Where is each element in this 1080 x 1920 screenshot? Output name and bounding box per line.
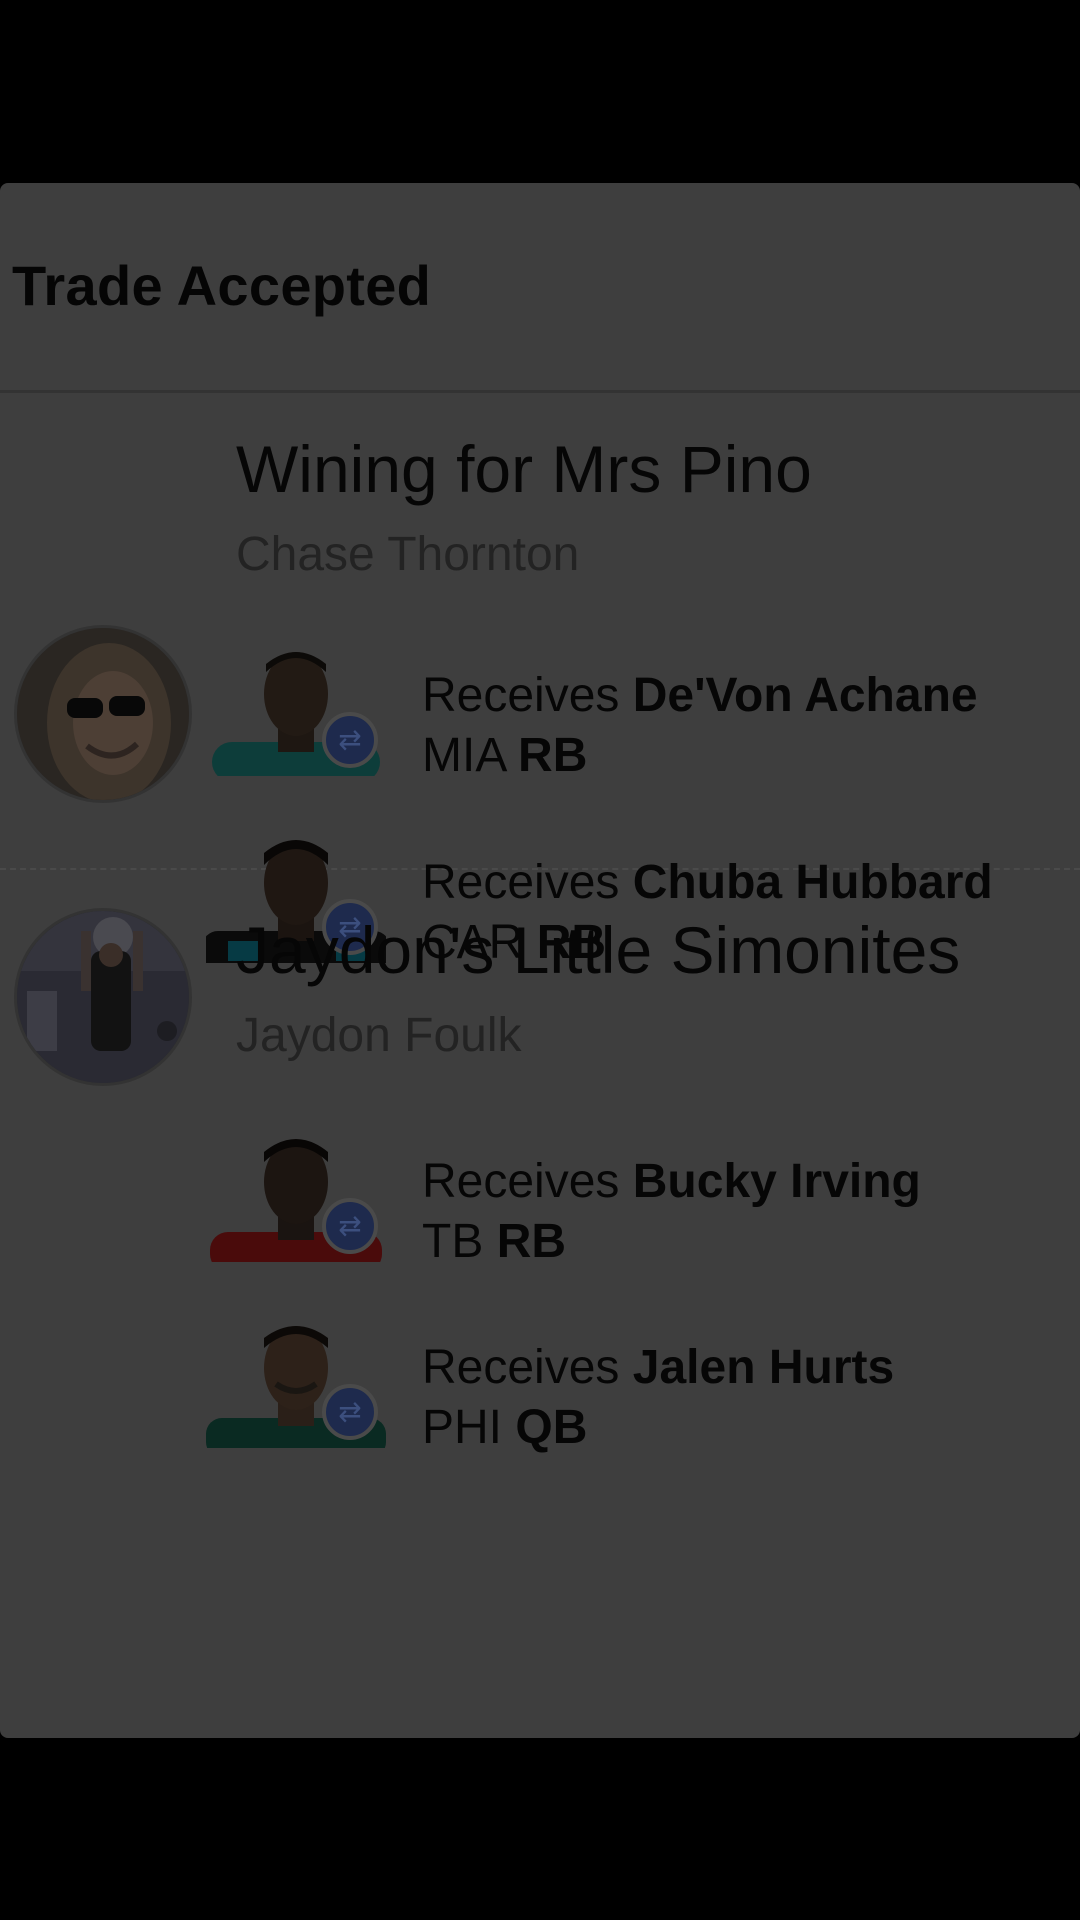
owner-name: Chase Thornton	[236, 528, 580, 581]
player-row[interactable]: ⇄ Receives Jalen Hurts PHI QB	[0, 1318, 1080, 1458]
nfl-team: TB	[422, 1215, 484, 1268]
nfl-team: PHI	[422, 1401, 503, 1454]
avatar-photo	[17, 911, 189, 1083]
team-position-line: MIA RB	[422, 728, 587, 783]
nfl-team: MIA	[422, 729, 505, 782]
team-name: Jaydon's Little Simonites	[236, 913, 961, 987]
navigation-bar-area	[0, 1738, 1080, 1920]
receives-line: Receives Bucky Irving	[422, 1154, 921, 1209]
team-section: Wining for Mrs Pino Chase Thornton ⇄ Rec…	[0, 393, 1080, 969]
player-name[interactable]: Bucky Irving	[633, 1155, 921, 1208]
player-name[interactable]: Jalen Hurts	[633, 1341, 894, 1394]
status-bar-area	[0, 0, 1080, 183]
team-avatar[interactable]	[14, 908, 192, 1086]
swap-arrows-icon: ⇄	[322, 712, 378, 768]
swap-arrows-icon: ⇄	[322, 1198, 378, 1254]
player-row[interactable]: ⇄ Receives Bucky Irving TB RB	[0, 1132, 1080, 1272]
team-position-line: PHI QB	[422, 1400, 587, 1455]
receives-label: Receives	[422, 669, 620, 722]
team-section: Jaydon's Little Simonites Jaydon Foulk ⇄…	[0, 870, 1080, 1738]
team-name: Wining for Mrs Pino	[236, 432, 812, 506]
trade-accepted-card: Trade Accepted Wining for Mrs Pino Chase…	[0, 183, 1080, 1738]
owner-name: Jaydon Foulk	[236, 1009, 522, 1062]
receives-label: Receives	[422, 1155, 620, 1208]
player-row[interactable]: ⇄ Receives De'Von Achane MIA RB	[0, 646, 1080, 786]
player-position: RB	[496, 1215, 567, 1268]
player-position: QB	[515, 1401, 588, 1454]
receives-label: Receives	[422, 1341, 620, 1394]
card-title: Trade Accepted	[12, 254, 432, 317]
swap-arrows-icon: ⇄	[322, 1384, 378, 1440]
team-position-line: TB RB	[422, 1214, 566, 1269]
receives-line: Receives De'Von Achane	[422, 668, 978, 723]
receives-line: Receives Jalen Hurts	[422, 1340, 894, 1395]
player-name[interactable]: De'Von Achane	[633, 669, 978, 722]
player-position: RB	[518, 729, 588, 782]
card-header: Trade Accepted	[0, 183, 1080, 393]
